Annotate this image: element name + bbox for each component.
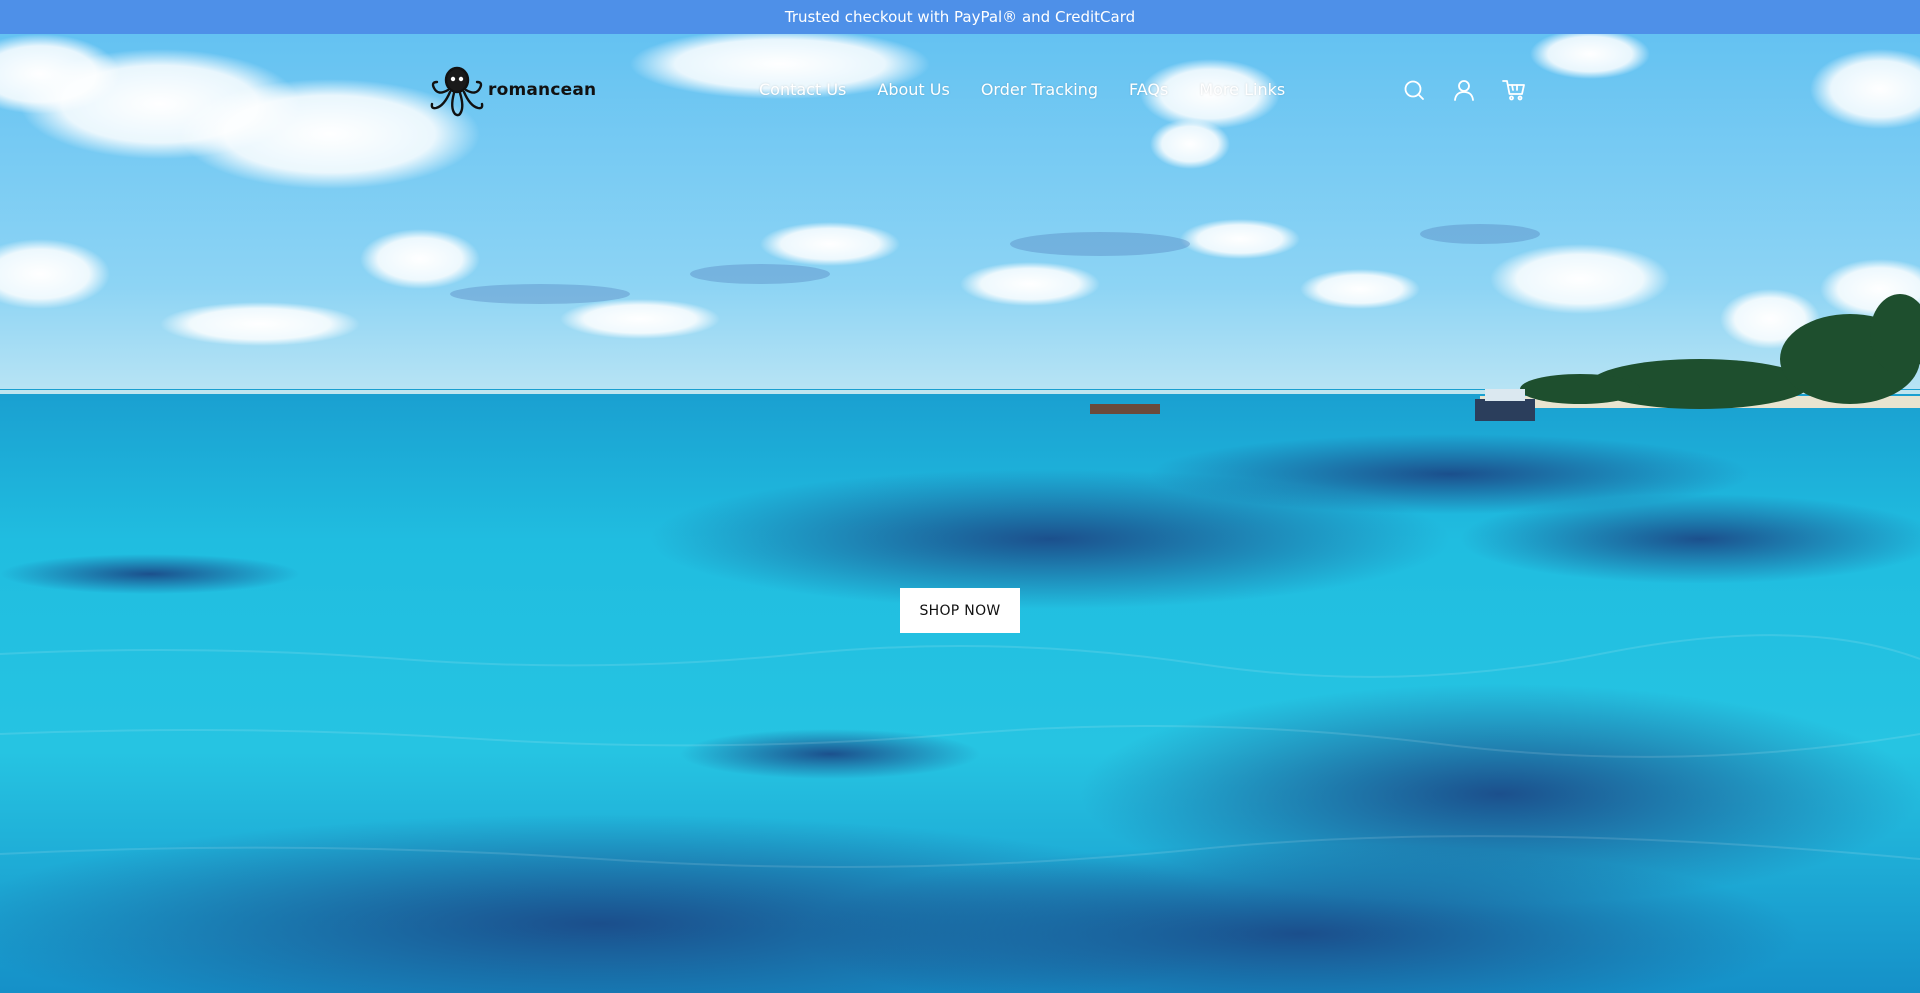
header-actions bbox=[1402, 78, 1526, 102]
cart-button[interactable] bbox=[1502, 78, 1526, 102]
nav-link-faqs[interactable]: FAQs bbox=[1129, 80, 1168, 99]
nav-link-contact-us[interactable]: Contact Us bbox=[759, 80, 846, 99]
account-icon bbox=[1454, 80, 1474, 101]
announcement-bar: Trusted checkout with PayPal® and Credit… bbox=[0, 0, 1920, 34]
search-icon bbox=[1404, 80, 1424, 100]
brand-logo[interactable]: romancean bbox=[428, 62, 596, 118]
brand-name: romancean bbox=[488, 80, 597, 100]
cart-icon bbox=[1502, 80, 1525, 101]
search-button[interactable] bbox=[1402, 78, 1426, 102]
main-navigation: Contact Us About Us Order Tracking FAQs … bbox=[759, 80, 1285, 99]
announcement-text: Trusted checkout with PayPal® and Credit… bbox=[784, 8, 1136, 26]
hero-background-image bbox=[0, 34, 1920, 993]
shop-now-button[interactable]: SHOP NOW bbox=[900, 588, 1020, 633]
nav-link-about-us[interactable]: About Us bbox=[877, 80, 949, 99]
octopus-icon bbox=[430, 66, 484, 117]
nav-link-order-tracking[interactable]: Order Tracking bbox=[981, 80, 1098, 99]
nav-link-more-links[interactable]: More Links bbox=[1199, 80, 1285, 99]
account-button[interactable] bbox=[1452, 78, 1476, 102]
hero-banner bbox=[0, 34, 1920, 993]
site-header: romancean Contact Us About Us Order Trac… bbox=[0, 34, 1920, 149]
